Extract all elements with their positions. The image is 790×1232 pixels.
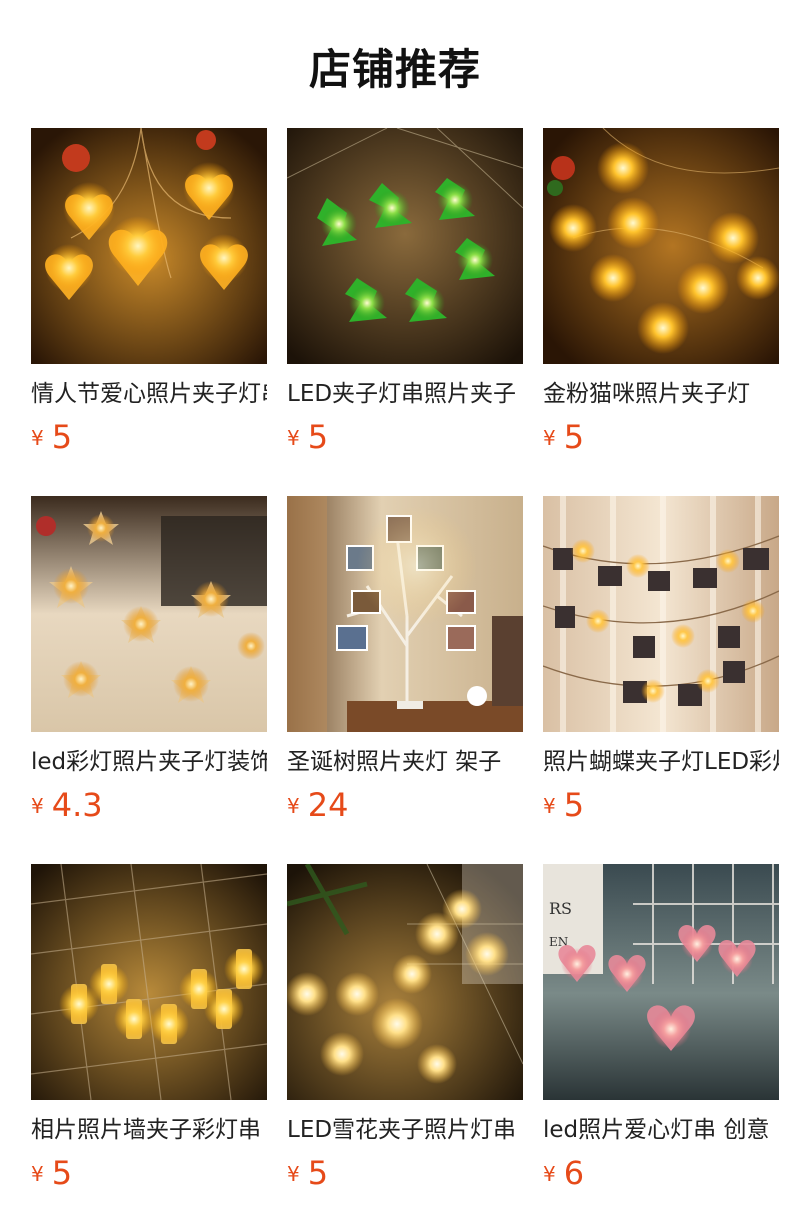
currency-symbol: ¥: [287, 1162, 300, 1186]
clip-lights-image[interactable]: [31, 864, 267, 1100]
svg-text:RS: RS: [549, 899, 572, 918]
product-card[interactable]: 相片照片墙夹子彩灯串 ¥5: [31, 864, 267, 1204]
product-card[interactable]: led彩灯照片夹子灯装饰 ¥4.3: [31, 496, 267, 836]
currency-symbol: ¥: [543, 794, 556, 818]
currency-symbol: ¥: [287, 426, 300, 450]
product-price: ¥5: [543, 786, 779, 824]
product-name[interactable]: 照片蝴蝶夹子灯LED彩灯: [543, 746, 779, 778]
product-name[interactable]: 相片照片墙夹子彩灯串: [31, 1114, 267, 1146]
green-tree-lights-image[interactable]: [287, 128, 523, 364]
price-amount: 5: [51, 418, 73, 456]
price-amount: 5: [51, 1154, 73, 1192]
product-row: 情人节爱心照片夹子灯串 ¥5 LED夹子灯串照片夹子 ¥ 5 金粉猫咪照片夹子灯…: [31, 128, 790, 496]
price-amount: 24: [307, 786, 349, 824]
currency-symbol: ¥: [31, 794, 44, 818]
currency-symbol: ¥: [31, 1162, 44, 1186]
product-price: ¥4.3: [31, 786, 267, 824]
product-card[interactable]: 照片蝴蝶夹子灯LED彩灯 ¥5: [543, 496, 779, 836]
product-name[interactable]: 情人节爱心照片夹子灯串: [31, 378, 267, 410]
price-amount: 5: [563, 418, 585, 456]
product-card[interactable]: 情人节爱心照片夹子灯串 ¥5: [31, 128, 267, 468]
product-price: ¥5: [31, 1154, 267, 1192]
product-price: ¥5: [543, 418, 779, 456]
product-row: 相片照片墙夹子彩灯串 ¥5 LED雪花夹子照片灯串 ¥ 5 RS EN led照…: [31, 864, 790, 1232]
product-price: ¥5: [287, 1154, 523, 1192]
product-price: ¥5: [31, 418, 267, 456]
price-amount: 5: [563, 786, 585, 824]
product-row: led彩灯照片夹子灯装饰 ¥4.3 圣诞树照片夹灯 架子 ¥ 24 照片蝴蝶夹子…: [31, 496, 790, 864]
product-name[interactable]: LED雪花夹子照片灯串: [287, 1114, 523, 1146]
product-name[interactable]: led彩灯照片夹子灯装饰: [31, 746, 267, 778]
product-card[interactable]: LED雪花夹子照片灯串 ¥5: [287, 864, 523, 1204]
snowflake-lights-image[interactable]: [287, 864, 523, 1100]
product-card[interactable]: LED夹子灯串照片夹子 ¥5: [287, 128, 523, 468]
price-amount: 4.3: [51, 786, 103, 824]
product-card[interactable]: RS EN led照片爱心灯串 创意 ¥ 6: [543, 864, 779, 1204]
heart-lights-image[interactable]: [31, 128, 267, 364]
product-price: ¥5: [287, 418, 523, 456]
price-amount: 5: [307, 1154, 329, 1192]
price-amount: 5: [307, 418, 329, 456]
product-name[interactable]: 金粉猫咪照片夹子灯: [543, 378, 779, 410]
product-name[interactable]: LED夹子灯串照片夹子: [287, 378, 523, 410]
product-price: ¥6: [543, 1154, 779, 1192]
butterfly-clip-lights-image[interactable]: [543, 496, 779, 732]
currency-symbol: ¥: [543, 426, 556, 450]
pink-heart-lights-image[interactable]: RS EN: [543, 864, 779, 1100]
product-card[interactable]: 金粉猫咪照片夹子灯 ¥5: [543, 128, 779, 468]
cat-lights-image[interactable]: [543, 128, 779, 364]
photo-tree-image[interactable]: [287, 496, 523, 732]
product-card[interactable]: 圣诞树照片夹灯 架子 ¥24: [287, 496, 523, 836]
product-grid: 情人节爱心照片夹子灯串 ¥5 LED夹子灯串照片夹子 ¥ 5 金粉猫咪照片夹子灯…: [31, 128, 790, 1232]
product-name[interactable]: 圣诞树照片夹灯 架子: [287, 746, 523, 778]
currency-symbol: ¥: [31, 426, 44, 450]
section-title: 店铺推荐: [308, 45, 481, 94]
currency-symbol: ¥: [543, 1162, 556, 1186]
product-price: ¥24: [287, 786, 523, 824]
currency-symbol: ¥: [287, 794, 300, 818]
product-name[interactable]: led照片爱心灯串 创意: [543, 1114, 779, 1146]
price-amount: 6: [563, 1154, 585, 1192]
recommend-page: 店铺推荐 情人节爱心照片夹子灯串 ¥ 5 LED夹子灯串照片夹子 ¥ 5 金粉猫…: [0, 0, 790, 1232]
star-lights-image[interactable]: [31, 496, 267, 732]
